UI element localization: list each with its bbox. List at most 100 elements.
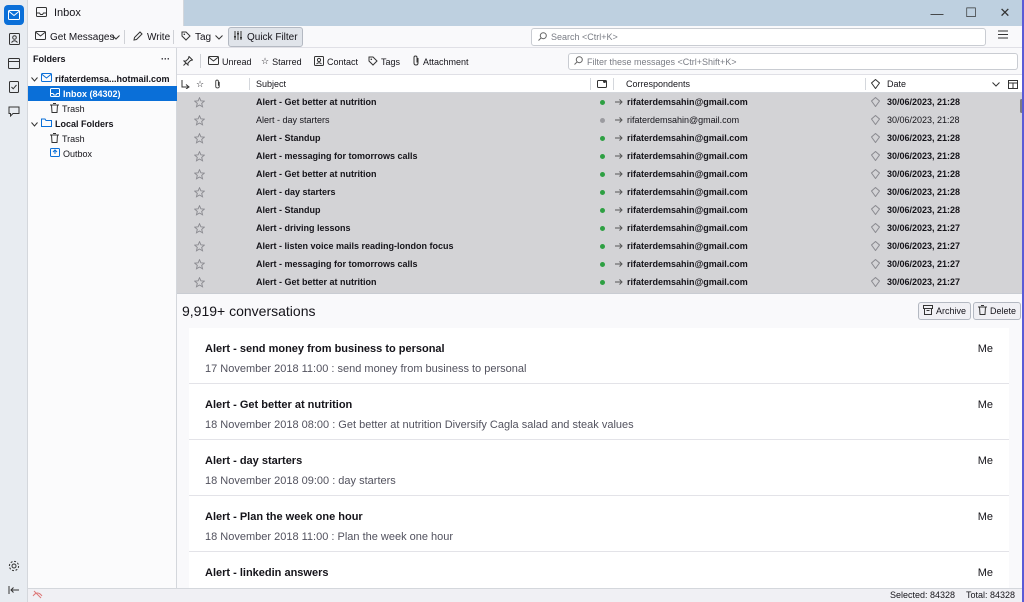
junk-status-icon[interactable] bbox=[871, 255, 880, 273]
junk-status-icon[interactable] bbox=[871, 147, 880, 165]
chevron-down-icon bbox=[31, 74, 38, 84]
folder-inbox[interactable]: Inbox (84302) bbox=[28, 86, 177, 101]
thread-column-icon[interactable] bbox=[181, 75, 190, 93]
filter-contact-button[interactable]: Contact bbox=[314, 54, 358, 69]
junk-status-icon[interactable] bbox=[871, 201, 880, 219]
calendar-icon[interactable] bbox=[4, 53, 24, 73]
filter-attachment-button[interactable]: Attachment bbox=[412, 54, 469, 69]
mail-icon[interactable] bbox=[4, 5, 24, 25]
star-toggle-icon[interactable] bbox=[194, 201, 205, 219]
message-row[interactable]: Alert - messaging for tomorrows calls rif… bbox=[177, 147, 1024, 165]
correspondents-column-header[interactable]: Correspondents bbox=[626, 75, 690, 93]
quick-filter-button[interactable]: Quick Filter bbox=[228, 27, 303, 47]
star-toggle-icon[interactable] bbox=[194, 237, 205, 255]
thread-card[interactable]: Alert - Plan the week one hour 18 Novembe… bbox=[189, 496, 1009, 552]
message-row[interactable]: Alert - day starters rifaterdemsahin@gmai… bbox=[177, 111, 1024, 129]
get-messages-dropdown[interactable] bbox=[108, 27, 124, 47]
maximize-button[interactable]: ☐ bbox=[954, 0, 988, 26]
card-subject: Alert - day starters bbox=[205, 455, 303, 467]
message-subject: Alert - Standup bbox=[256, 133, 321, 143]
junk-status-icon[interactable] bbox=[871, 129, 880, 147]
folder-account[interactable]: rifaterdemsa...hotmail.com bbox=[28, 71, 177, 86]
settings-icon[interactable] bbox=[4, 556, 24, 576]
message-list[interactable]: Alert - Get better at nutrition rifaterde… bbox=[177, 93, 1024, 293]
filter-messages-input[interactable]: Filter these messages <Ctrl+Shift+K> bbox=[568, 53, 1018, 70]
subject-column-header[interactable]: Subject bbox=[256, 75, 286, 93]
star-toggle-icon[interactable] bbox=[194, 165, 205, 183]
folder-local-trash[interactable]: Trash bbox=[28, 131, 177, 146]
search-icon bbox=[574, 56, 583, 67]
junk-status-icon[interactable] bbox=[871, 93, 880, 111]
folder-trash[interactable]: Trash bbox=[28, 101, 177, 116]
search-input[interactable]: Search <Ctrl+K> bbox=[531, 28, 986, 46]
message-row[interactable]: Alert - messaging for tomorrows calls rif… bbox=[177, 255, 1024, 273]
minimize-button[interactable]: — bbox=[920, 0, 954, 26]
app-menu-button[interactable] bbox=[998, 30, 1014, 44]
message-row[interactable]: Alert - Get better at nutrition rifaterde… bbox=[177, 93, 1024, 111]
starred-label: Starred bbox=[272, 56, 302, 67]
message-correspondent: rifaterdemsahin@gmail.com bbox=[627, 187, 748, 197]
tasks-icon[interactable] bbox=[4, 77, 24, 97]
column-picker-icon[interactable] bbox=[1008, 75, 1018, 93]
star-toggle-icon[interactable] bbox=[194, 129, 205, 147]
archive-button[interactable]: Archive bbox=[918, 302, 972, 320]
collapse-icon[interactable] bbox=[4, 580, 24, 600]
folder-outbox[interactable]: Outbox bbox=[28, 146, 177, 161]
message-row[interactable]: Alert - day starters rifaterdemsahin@gmai… bbox=[177, 183, 1024, 201]
message-row[interactable]: Alert - Get better at nutrition rifaterde… bbox=[177, 165, 1024, 183]
message-row[interactable]: Alert - Standup rifaterdemsahin@gmail.com… bbox=[177, 201, 1024, 219]
toolbar-separator bbox=[200, 54, 201, 68]
thread-card[interactable]: Alert - linkedin answers Me bbox=[189, 552, 1009, 589]
filter-starred-button[interactable]: ☆ Starred bbox=[261, 54, 302, 69]
junk-status-icon[interactable] bbox=[871, 219, 880, 237]
status-dot bbox=[600, 165, 605, 183]
tab-inbox[interactable]: Inbox bbox=[28, 0, 184, 26]
offline-status-icon[interactable] bbox=[32, 590, 43, 601]
star-toggle-icon[interactable] bbox=[194, 93, 205, 111]
tag-button[interactable]: Tag bbox=[177, 27, 227, 47]
date-column-header[interactable]: Date bbox=[887, 75, 906, 93]
folder-local-folders[interactable]: Local Folders bbox=[28, 116, 177, 131]
message-row[interactable]: Alert - driving lessons rifaterdemsahin@g… bbox=[177, 219, 1024, 237]
star-toggle-icon[interactable] bbox=[194, 255, 205, 273]
message-row[interactable]: Alert - Standup rifaterdemsahin@gmail.com… bbox=[177, 129, 1024, 147]
star-toggle-icon[interactable] bbox=[194, 147, 205, 165]
message-row[interactable]: Alert - Get better at nutrition rifaterde… bbox=[177, 273, 1024, 291]
star-toggle-icon[interactable] bbox=[194, 273, 205, 291]
star-toggle-icon[interactable] bbox=[194, 183, 205, 201]
message-date: 30/06/2023, 21:27 bbox=[887, 259, 961, 269]
junk-status-icon[interactable] bbox=[871, 237, 880, 255]
thread-card[interactable]: Alert - send money from business to pers… bbox=[189, 328, 1009, 384]
thread-card[interactable]: Alert - Get better at nutrition 18 Novemb… bbox=[189, 384, 1009, 440]
close-button[interactable]: ✕ bbox=[988, 0, 1022, 26]
message-row[interactable]: Alert - listen voice mails reading-londo… bbox=[177, 237, 1024, 255]
write-button[interactable]: Write bbox=[129, 27, 174, 47]
folder-options-button[interactable]: ··· bbox=[161, 54, 170, 64]
attachment-column-icon[interactable] bbox=[214, 75, 221, 93]
star-column-icon[interactable]: ☆ bbox=[196, 75, 204, 93]
thread-card[interactable]: Alert - day starters 18 November 2018 09:… bbox=[189, 440, 1009, 496]
outgoing-arrow-icon bbox=[615, 111, 623, 129]
star-toggle-icon[interactable] bbox=[194, 219, 205, 237]
inbox-tab-icon bbox=[36, 6, 47, 20]
outbox-icon bbox=[50, 148, 60, 159]
junk-column-icon[interactable] bbox=[871, 75, 880, 93]
delete-button[interactable]: Delete bbox=[973, 302, 1022, 320]
address-book-icon[interactable] bbox=[4, 29, 24, 49]
read-status-column-icon[interactable] bbox=[597, 75, 607, 93]
spaces-toolbar bbox=[0, 0, 28, 602]
message-date: 30/06/2023, 21:27 bbox=[887, 223, 961, 233]
chat-icon[interactable] bbox=[4, 101, 24, 121]
star-toggle-icon[interactable] bbox=[194, 111, 205, 129]
junk-status-icon[interactable] bbox=[871, 183, 880, 201]
sort-chevron-icon[interactable] bbox=[992, 75, 1000, 93]
junk-status-icon[interactable] bbox=[871, 111, 880, 129]
junk-status-icon[interactable] bbox=[871, 273, 880, 291]
filter-tags-button[interactable]: Tags bbox=[368, 54, 400, 69]
filter-unread-button[interactable]: Unread bbox=[208, 54, 252, 69]
conversation-count: 9,919+ conversations bbox=[182, 303, 316, 319]
junk-status-icon[interactable] bbox=[871, 165, 880, 183]
sticky-filter-button[interactable] bbox=[182, 54, 194, 69]
trash-label: Trash bbox=[62, 103, 85, 114]
get-messages-button[interactable]: Get Messages bbox=[31, 27, 118, 47]
